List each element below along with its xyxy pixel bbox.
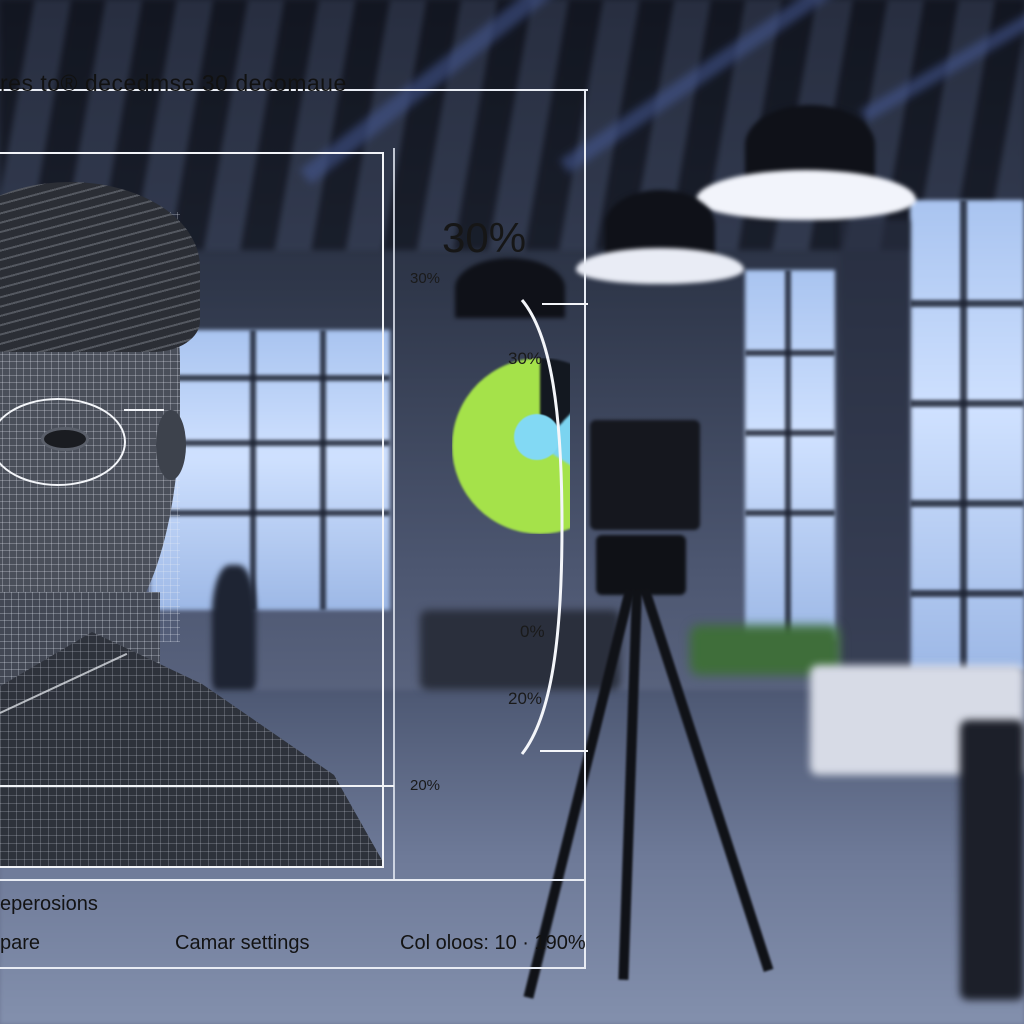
window — [910, 200, 1024, 670]
window-frame — [910, 590, 1024, 597]
face-bottom-rule — [0, 785, 394, 787]
ceiling-lamp — [576, 248, 744, 284]
window-frame — [745, 350, 835, 356]
sofa-arm — [960, 720, 1024, 1000]
camera-head — [596, 535, 686, 595]
title-rule — [352, 89, 588, 91]
window-frame — [960, 200, 967, 670]
percent-label-lower: 20% — [508, 689, 543, 708]
percent-label-bottom: 20% — [410, 777, 441, 794]
window-frame — [910, 300, 1024, 307]
expressions-label: eperosions — [0, 893, 98, 915]
window-frame — [785, 270, 791, 640]
percent-label-top: 30% — [410, 270, 441, 287]
bracket-tick-bottom — [540, 750, 588, 752]
window-frame — [745, 510, 835, 516]
window-frame — [910, 500, 1024, 507]
panel-divider — [393, 148, 395, 879]
compare-button[interactable]: pare — [0, 932, 40, 955]
percent-label-mid: 0% — [520, 622, 545, 641]
face-bounding-box — [0, 152, 384, 868]
overlay-title: res to® decedmse 30 decomaue — [0, 70, 347, 96]
window-frame — [745, 430, 835, 436]
color-levels-readout: Col oloos: 10 · 190% — [400, 932, 586, 954]
wall-pillar — [840, 220, 910, 690]
bracket-tick-top — [542, 303, 588, 305]
camera-body — [590, 420, 700, 530]
window-frame — [910, 400, 1024, 407]
camera-settings-button[interactable]: Camar settings — [175, 932, 310, 955]
main-percentage: 30% — [442, 214, 527, 261]
